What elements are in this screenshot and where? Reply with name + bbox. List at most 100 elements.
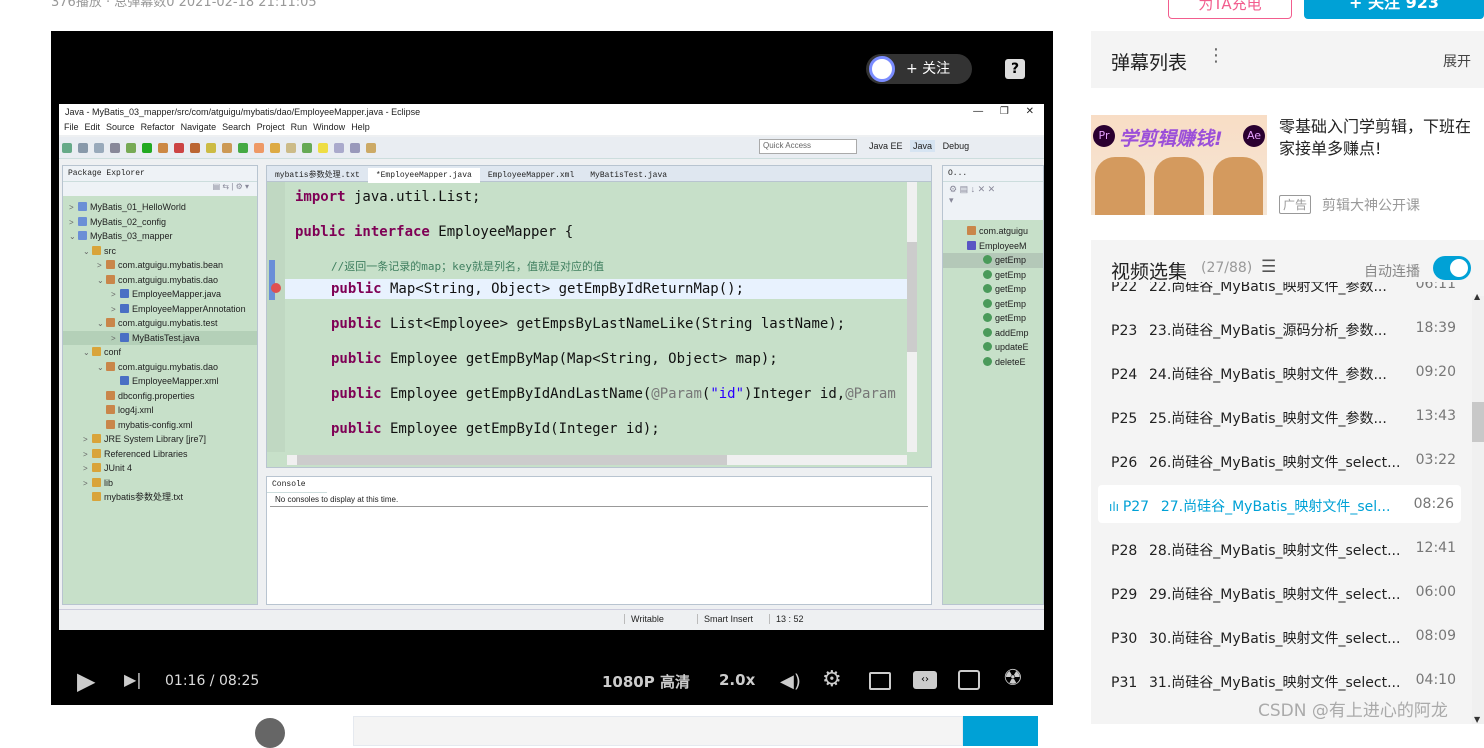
episode-item[interactable]: P26 26.尚硅谷_MyBatis_映射文件_select... 03:22 [1111, 452, 1456, 472]
pip-icon[interactable] [869, 672, 891, 690]
danmaku-input[interactable] [353, 716, 963, 746]
menu-run[interactable]: Run [291, 122, 308, 132]
toolbar-icon[interactable] [78, 143, 88, 153]
episode-item[interactable]: ılı P27 27.尚硅谷_MyBatis_映射文件_sel... 08:26 [1109, 496, 1454, 516]
chevron-right-icon[interactable]: > [97, 259, 106, 274]
ad-thumbnail[interactable]: Pr 学剪辑赚钱! Ae [1091, 115, 1267, 215]
chevron-down-icon[interactable]: ⌄ [97, 274, 106, 289]
menu-file[interactable]: File [64, 122, 79, 132]
send-button[interactable] [963, 716, 1038, 746]
chevron-right-icon[interactable]: > [111, 303, 120, 318]
chevron-down-icon[interactable]: ⌄ [83, 346, 92, 361]
menu-refactor[interactable]: Refactor [141, 122, 175, 132]
playlist-scrollbar[interactable]: ▲ ▼ [1472, 292, 1484, 724]
outline-item[interactable]: updateE [943, 340, 1043, 355]
video-player[interactable]: + 关注 ? Java - MyBatis_03_mapper/src/com/… [51, 31, 1053, 705]
outline-item[interactable]: getEmp [943, 297, 1043, 312]
outline-item[interactable]: getEmp [943, 311, 1043, 326]
episode-item[interactable]: P24 24.尚硅谷_MyBatis_映射文件_参数... 09:20 [1111, 364, 1456, 384]
menu-navigate[interactable]: Navigate [181, 122, 217, 132]
tree-item[interactable]: ⌄ MyBatis_03_mapper [63, 229, 257, 244]
more-icon[interactable]: ⋮ [1207, 45, 1225, 66]
menu-search[interactable]: Search [222, 122, 251, 132]
toolbar-icon[interactable] [286, 143, 296, 153]
next-icon[interactable]: ▶| [124, 670, 142, 689]
tree-item[interactable]: > JRE System Library [jre7] [63, 432, 257, 447]
radiation-icon[interactable]: ☢ [1003, 666, 1023, 691]
episode-item[interactable]: P22 22.尚硅谷_MyBatis_映射文件_参数... 06:11 [1111, 282, 1456, 296]
tree-item[interactable]: > JUnit 4 [63, 461, 257, 476]
outline-item[interactable]: addEmp [943, 326, 1043, 341]
toolbar-icon[interactable] [94, 143, 104, 153]
toolbar-icon[interactable] [366, 143, 376, 153]
perspective-java[interactable]: Java [910, 140, 936, 152]
volume-icon[interactable]: ◀) [780, 671, 801, 692]
toolbar-icon[interactable] [302, 143, 312, 153]
charge-button[interactable]: 为TA充电 [1168, 0, 1292, 19]
toolbar-icon[interactable] [318, 143, 328, 153]
episode-item[interactable]: P31 31.尚硅谷_MyBatis_映射文件_select... 04:10 [1111, 672, 1456, 692]
perspective-javaee[interactable]: Java EE [869, 141, 903, 151]
chevron-down-icon[interactable]: ⌄ [97, 361, 106, 376]
editor-tab[interactable]: *EmployeeMapper.java [367, 168, 480, 183]
chevron-down-icon[interactable]: ⌄ [69, 230, 78, 245]
tree-item[interactable]: log4j.xml [63, 403, 257, 418]
menu-help[interactable]: Help [351, 122, 370, 132]
episode-item[interactable]: P25 25.尚硅谷_MyBatis_映射文件_参数... 13:43 [1111, 408, 1456, 428]
expand-button[interactable]: 展开 [1443, 51, 1471, 71]
quick-access-input[interactable]: Quick Access [759, 139, 857, 154]
ad-title[interactable]: 零基础入门学剪辑，下班在家接单多赚点! [1279, 116, 1484, 160]
toolbar-icon[interactable] [350, 143, 360, 153]
toolbar-icon[interactable] [110, 143, 120, 153]
tree-item[interactable]: > EmployeeMapperAnnotation [63, 302, 257, 317]
menu-source[interactable]: Source [106, 122, 135, 132]
toolbar-icon[interactable] [190, 143, 200, 153]
toolbar-icon[interactable] [254, 143, 264, 153]
tree-item[interactable]: > Referenced Libraries [63, 447, 257, 462]
follow-button[interactable]: + 关注 923 [1304, 0, 1484, 19]
episode-item[interactable]: P28 28.尚硅谷_MyBatis_映射文件_select... 12:41 [1111, 540, 1456, 560]
tree-item[interactable]: mybatis参数处理.txt [63, 490, 257, 505]
chevron-right-icon[interactable]: > [83, 448, 92, 463]
menu-edit[interactable]: Edit [85, 122, 101, 132]
episode-item[interactable]: P30 30.尚硅谷_MyBatis_映射文件_select... 08:09 [1111, 628, 1456, 648]
tree-item[interactable]: > MyBatis_02_config [63, 215, 257, 230]
chevron-right-icon[interactable]: > [111, 288, 120, 303]
editor-tab[interactable]: mybatis参数处理.txt [267, 166, 368, 181]
autoplay-toggle[interactable] [1433, 256, 1471, 280]
toolbar-icon[interactable] [174, 143, 184, 153]
toolbar-icon[interactable] [222, 143, 232, 153]
tree-item[interactable]: ⌄ src [63, 244, 257, 259]
toolbar-icon[interactable] [62, 143, 72, 153]
quality-button[interactable]: 1080P 高清 [602, 671, 690, 692]
chevron-right-icon[interactable]: > [83, 433, 92, 448]
menu-project[interactable]: Project [257, 122, 285, 132]
widescreen-icon[interactable]: ‹› [913, 671, 937, 689]
chevron-right-icon[interactable]: > [69, 216, 78, 231]
tree-item[interactable]: > com.atguigu.mybatis.bean [63, 258, 257, 273]
tree-item[interactable]: EmployeeMapper.xml [63, 374, 257, 389]
tree-item[interactable]: > EmployeeMapper.java [63, 287, 257, 302]
code-editor[interactable]: mybatis参数处理.txt *EmployeeMapper.java Emplo… [266, 165, 932, 468]
chevron-right-icon[interactable]: > [111, 332, 120, 347]
perspective-debug[interactable]: Debug [943, 141, 970, 151]
follow-pill[interactable]: + 关注 [866, 54, 972, 84]
tree-item[interactable]: ⌄ com.atguigu.mybatis.dao [63, 273, 257, 288]
editor-hscrollbar[interactable] [287, 455, 907, 465]
menu-window[interactable]: Window [313, 122, 345, 132]
editor-tab[interactable]: EmployeeMapper.xml [480, 168, 582, 183]
tree-item[interactable]: ⌄ conf [63, 345, 257, 360]
toolbar-icon[interactable] [270, 143, 280, 153]
outline-item[interactable]: EmployeeM [943, 239, 1043, 254]
chevron-down-icon[interactable]: ⌄ [83, 245, 92, 260]
chevron-right-icon[interactable]: > [83, 462, 92, 477]
danmaku-list-header[interactable]: 弹幕列表 ⋮ 展开 [1091, 31, 1484, 88]
editor-vscrollbar[interactable] [907, 182, 917, 452]
episode-item[interactable]: P23 23.尚硅谷_MyBatis_源码分析_参数... 18:39 [1111, 320, 1456, 340]
tree-item[interactable]: > lib [63, 476, 257, 491]
fullscreen-icon[interactable] [958, 670, 980, 690]
speed-button[interactable]: 2.0x [719, 671, 755, 689]
tree-item[interactable]: ⌄ com.atguigu.mybatis.dao [63, 360, 257, 375]
list-view-icon[interactable]: ☰ [1261, 257, 1276, 277]
episode-item[interactable]: P29 29.尚硅谷_MyBatis_映射文件_select... 06:00 [1111, 584, 1456, 604]
